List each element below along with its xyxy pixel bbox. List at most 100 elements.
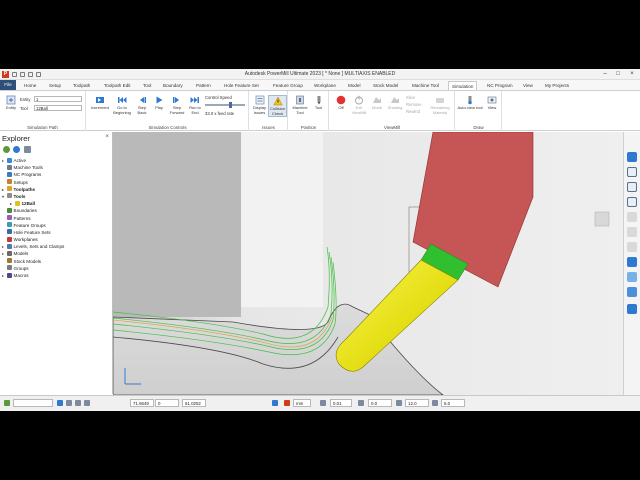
tool-select[interactable]: 12Ball: [34, 105, 82, 111]
view-button[interactable]: View: [484, 95, 500, 111]
tab-toolpath[interactable]: Toolpath: [70, 81, 93, 90]
tree-item-hole-feature-sets[interactable]: Hole Feature Sets: [2, 229, 112, 236]
tree-item-active[interactable]: ▸ Active: [2, 157, 112, 164]
diameter-field[interactable]: 12.0: [405, 399, 429, 407]
entity-button[interactable]: Entity: [4, 95, 18, 111]
view-side-icon[interactable]: [627, 182, 637, 192]
workplane-icon[interactable]: [272, 400, 278, 406]
viewmill-off-label: Off: [338, 105, 344, 110]
folder-icon: [7, 186, 12, 192]
tab-tool[interactable]: Tool: [140, 81, 154, 90]
maximize-icon[interactable]: □: [613, 70, 623, 79]
tree-item-macros[interactable]: ▸ Macros: [2, 272, 112, 279]
tree-item-toolpaths[interactable]: ▸ Toolpaths: [2, 186, 112, 193]
units-field[interactable]: mm: [293, 399, 311, 407]
offset-field[interactable]: 0.0: [368, 399, 392, 407]
zoom-icon[interactable]: [627, 212, 637, 222]
tab-my-projects[interactable]: My Projects: [542, 81, 572, 90]
remaining-material-button[interactable]: Remaining Material: [427, 95, 453, 115]
view-iso-icon[interactable]: [627, 152, 637, 162]
increment-button[interactable]: Increment: [88, 95, 112, 111]
slice-button[interactable]: Slice: [406, 95, 415, 100]
view-front-icon[interactable]: [627, 167, 637, 177]
tree-item-models[interactable]: ▸ Models: [2, 250, 112, 257]
tolerance-field[interactable]: 0.01: [330, 399, 352, 407]
tab-pattern[interactable]: Pattern: [193, 81, 214, 90]
tab-toolpath-edit[interactable]: Toolpath Edit: [101, 81, 134, 90]
display-issues-button[interactable]: Display Issues: [251, 95, 268, 115]
tree-item-nc-programs[interactable]: NC Programs: [2, 171, 112, 178]
wireframe-icon[interactable]: [627, 272, 637, 282]
minimize-icon[interactable]: –: [600, 70, 610, 79]
step-back-button[interactable]: Step Back: [133, 95, 151, 115]
view-top-icon[interactable]: [627, 197, 637, 207]
tree-item-setups[interactable]: Setups: [2, 179, 112, 186]
rewind-button[interactable]: Rewind: [406, 109, 420, 114]
coord-x: 71.6649: [130, 399, 154, 407]
box-icon[interactable]: [627, 287, 637, 297]
tab-simulation[interactable]: Simulation: [448, 81, 478, 90]
shaded-icon[interactable]: [627, 257, 637, 267]
tab-view[interactable]: View: [520, 81, 536, 90]
exit-viewmill-button[interactable]: Exit ViewMill: [350, 95, 368, 115]
tab-feature-group[interactable]: Feature Group: [270, 81, 306, 90]
view-cube[interactable]: [594, 211, 610, 227]
measure-icon[interactable]: [84, 400, 90, 406]
refresh-icon[interactable]: [3, 146, 10, 153]
tree-item-boundaries[interactable]: Boundaries: [2, 207, 112, 214]
stepover-field[interactable]: 6.0: [441, 399, 465, 407]
group-viewmill: Off Exit ViewMill Mode Shading Slice Rem…: [330, 91, 455, 131]
tree-item-groups[interactable]: Groups: [2, 265, 112, 272]
tab-file[interactable]: File: [0, 80, 16, 90]
snap-icon[interactable]: [66, 400, 72, 406]
explorer-toolbar: [3, 146, 103, 154]
tab-hole-feature-set[interactable]: Hole Feature Set: [221, 81, 262, 90]
collision-check-button[interactable]: Collision Check: [268, 95, 287, 118]
grid-icon[interactable]: [75, 400, 81, 406]
workplane-select[interactable]: [13, 399, 53, 407]
tree-item-machine-tools[interactable]: Machine Tools: [2, 164, 112, 171]
diameter-icon: [396, 400, 402, 406]
viewmill-off-button[interactable]: Off: [333, 95, 349, 111]
zoom-out-icon[interactable]: [627, 242, 637, 252]
remove-button[interactable]: Remove: [406, 102, 422, 107]
mode-button[interactable]: Mode: [369, 95, 385, 111]
group-label: Draw: [473, 125, 484, 130]
close-icon[interactable]: ×: [627, 70, 637, 79]
tab-workplane[interactable]: Workplane: [311, 81, 339, 90]
machine-tool-position-button[interactable]: Machine Tool: [290, 95, 310, 115]
tree-item-label: 12Ball: [21, 201, 36, 207]
tree-item-levels-sets-and-clamps[interactable]: ▸ Levels, Sets and Clamps: [2, 243, 112, 250]
step-forward-button[interactable]: Step Forward: [167, 95, 187, 115]
zoom-in-icon[interactable]: [627, 227, 637, 237]
tree-item-tools[interactable]: ▾ Tools: [2, 193, 112, 200]
tab-stock-model[interactable]: Stock Model: [370, 81, 401, 90]
tree-item-feature-groups[interactable]: Feature Groups: [2, 222, 112, 229]
tab-machine-tool[interactable]: Machine Tool: [409, 81, 442, 90]
tab-boundary[interactable]: Boundary: [160, 81, 186, 90]
entity-select[interactable]: 1: [34, 96, 82, 102]
tree-item-workplanes[interactable]: Workplanes: [2, 236, 112, 243]
play-button[interactable]: Play: [151, 95, 167, 111]
tree-item-12ball[interactable]: ▸ 12Ball: [2, 200, 112, 207]
collision-warning-icon: [272, 96, 283, 106]
tab-home[interactable]: Home: [21, 81, 39, 90]
run-to-end-button[interactable]: Run to End: [186, 95, 204, 115]
go-to-beginning-button[interactable]: Go to Beginning: [111, 95, 133, 115]
cursor-icon[interactable]: [57, 400, 63, 406]
graphics-viewport[interactable]: [113, 132, 623, 395]
globe-icon[interactable]: [13, 146, 21, 153]
tab-setup[interactable]: Setup: [46, 81, 64, 90]
speed-slider-handle[interactable]: [229, 102, 232, 108]
delete-icon[interactable]: [23, 146, 31, 153]
explorer-close-icon[interactable]: ×: [105, 134, 109, 140]
tree-item-patterns[interactable]: Patterns: [2, 215, 112, 222]
tree-item-stock-models[interactable]: Stock Models: [2, 258, 112, 265]
tool-position-button[interactable]: Tool: [310, 95, 327, 111]
select-icon[interactable]: [627, 304, 637, 314]
shading-button[interactable]: Shading: [386, 95, 404, 111]
tab-model[interactable]: Model: [345, 81, 364, 90]
speed-slider[interactable]: [205, 102, 245, 108]
tab-nc-program[interactable]: NC Program: [484, 81, 516, 90]
auto-view-tool-button[interactable]: Auto-view tool: [457, 95, 483, 111]
